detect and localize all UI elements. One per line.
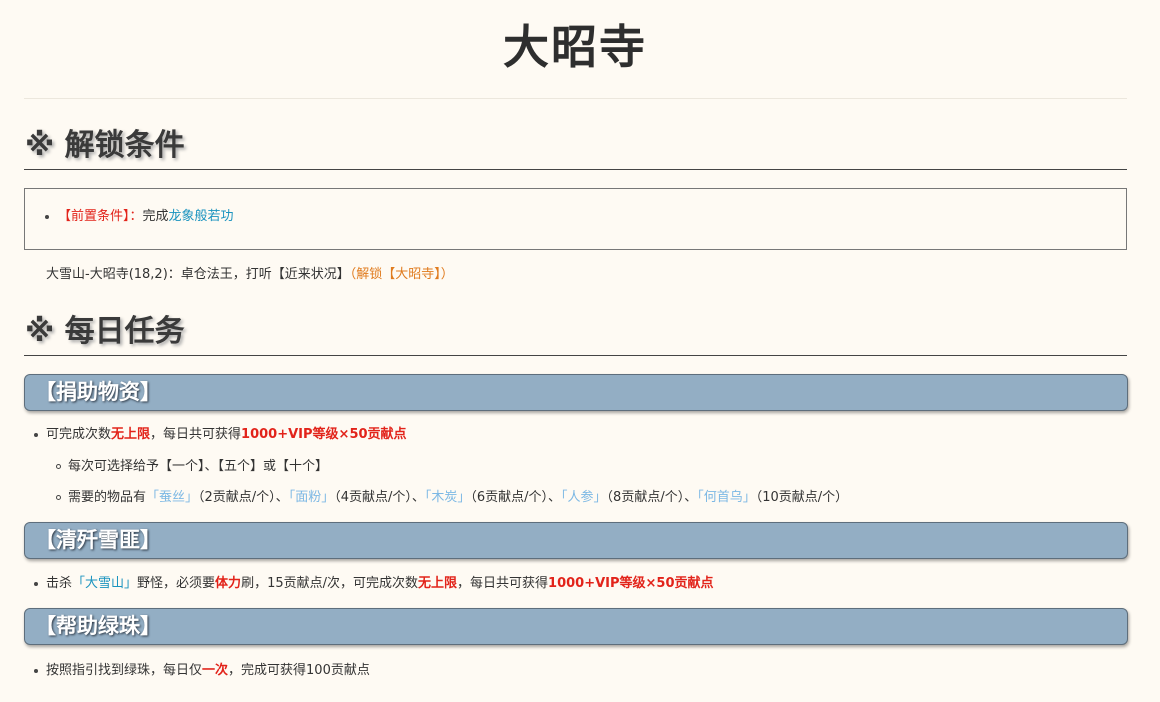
prereq-bullet [45,215,49,219]
item-charcoal[interactable]: 「木炭」 [425,490,471,505]
bandit-unlimited: 无上限 [418,576,458,591]
help-line-a: 按照指引找到绿珠，每日仅 [46,663,203,678]
bandit-stamina: 体力 [215,576,242,591]
daily-heading: ※ 每日任务 [25,314,185,349]
donate-reward: 1000+VIP等级×50贡献点 [241,427,407,442]
help-line: 按照指引找到绿珠，每日仅一次，完成可获得100贡献点 [46,662,370,680]
item-silk-note: （2贡献点/个）、 [198,490,289,505]
prereq-line: 【前置条件】：完成龙象般若功 [58,208,234,226]
item-heshouwu[interactable]: 「何首乌」 [697,490,756,505]
page-title: 大昭寺 [503,20,647,74]
bandit-line-e: 刷，15贡献点/次，可完成次数 [241,576,418,591]
bandit-line-c: 野怪，必须要 [137,576,216,591]
page: 大昭寺 ※ 解锁条件 【前置条件】：完成龙象般若功 大雪山-大昭寺(18,2)：… [0,0,1160,702]
help-once: 一次 [202,663,229,678]
unlock-location-note: （解锁【大昭寺】） [349,267,454,282]
item-ginseng[interactable]: 「人参」 [561,490,607,505]
bandit-line-g: ，每日共可获得 [457,576,549,591]
donate-bullet-1 [34,433,38,437]
item-flour-note: （4贡献点/个）、 [334,490,425,505]
item-flour[interactable]: 「面粉」 [289,490,335,505]
prereq-link[interactable]: 龙象般若功 [169,209,234,224]
donate-bullet-3 [56,495,61,500]
item-ginseng-note: （8贡献点/个）、 [606,490,698,505]
help-section-title: 【帮助绿珠】 [35,614,161,638]
daily-heading-rule [24,355,1127,356]
item-heshouwu-note: （10贡献点/个） [755,490,849,505]
unlock-heading: ※ 解锁条件 [25,128,185,163]
prereq-label: 【前置条件】： [58,209,143,224]
unlock-heading-rule [24,169,1127,170]
unlock-location-line: 大雪山-大昭寺(18,2)：卓仓法王，打听【近来状况】（解锁【大昭寺】） [46,266,454,284]
donate-section-header: 【捐助物资】 [24,374,1128,411]
bandit-section-header: 【清歼雪匪】 [24,522,1128,559]
donate-bullet-2 [56,464,61,469]
help-section-header: 【帮助绿珠】 [24,608,1128,645]
prereq-text: 完成 [142,209,169,224]
bandit-line-a: 击杀 [46,576,73,591]
help-line-c: ，完成可获得100贡献点 [228,663,370,678]
help-bullet [34,669,38,673]
item-charcoal-note: （6贡献点/个）、 [470,490,562,505]
item-silk[interactable]: 「蚕丝」 [146,490,198,505]
bandit-bullet [34,582,38,586]
donate-items-intro: 需要的物品有 [68,490,147,505]
donate-line-3: 需要的物品有「蚕丝」（2贡献点/个）、「面粉」（4贡献点/个）、「木炭」（6贡献… [68,489,848,507]
bandit-reward: 1000+VIP等级×50贡献点 [548,576,714,591]
bandit-line: 击杀「大雪山」野怪，必须要体力刷，15贡献点/次，可完成次数无上限，每日共可获得… [46,575,714,593]
donate-unlimited: 无上限 [111,427,151,442]
bandit-section-title: 【清歼雪匪】 [35,528,161,552]
donate-line-2: 每次可选择给予【一个】、【五个】或【十个】 [68,459,329,474]
donate-line-1-a: 可完成次数 [46,427,112,442]
bandit-location-link[interactable]: 「大雪山」 [72,576,137,591]
donate-line-1: 可完成次数无上限，每日共可获得1000+VIP等级×50贡献点 [46,426,407,444]
title-divider [24,98,1127,99]
donate-line-1-c: ，每日共可获得 [150,427,242,442]
donate-section-title: 【捐助物资】 [35,380,161,404]
unlock-location-text: 大雪山-大昭寺(18,2)：卓仓法王，打听【近来状况】 [46,267,350,282]
